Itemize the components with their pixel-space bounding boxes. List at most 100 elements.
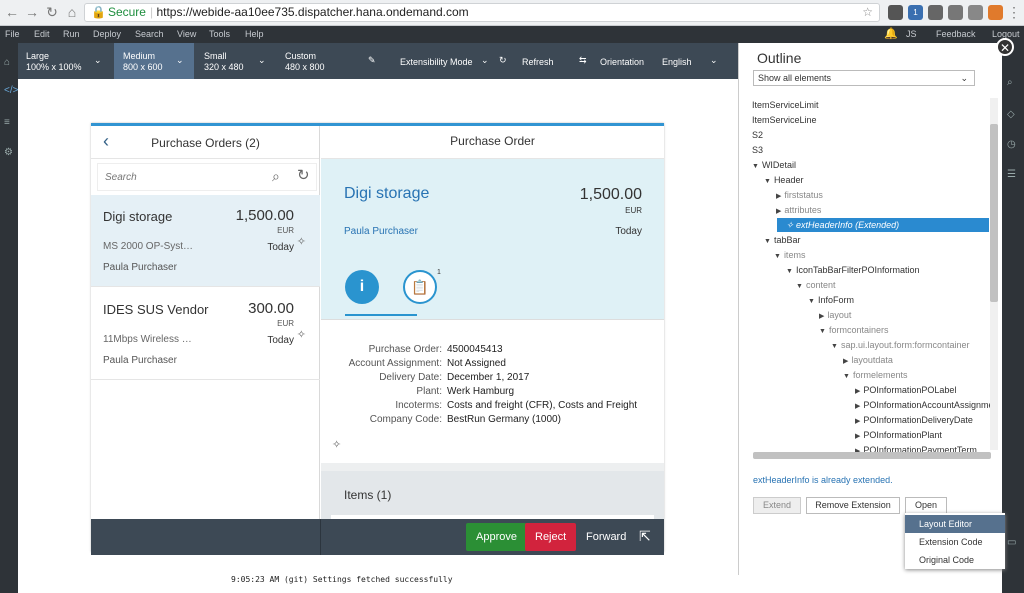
search-icon[interactable]: ⌕ xyxy=(1007,77,1013,88)
git-icon[interactable]: ◇ xyxy=(1007,109,1015,120)
tree-node-selected[interactable]: ✧ extHeaderInfo (Extended) xyxy=(777,218,989,232)
expand-arrow-icon[interactable]: ▼ xyxy=(786,268,793,275)
share-icon[interactable]: ⇱ xyxy=(639,528,651,545)
refresh-icon[interactable]: ↻ xyxy=(297,166,310,184)
expand-arrow-icon[interactable]: ▼ xyxy=(796,283,803,290)
tree-node[interactable]: S3 xyxy=(752,143,763,157)
tree-node[interactable]: ▼ items xyxy=(774,248,805,262)
list-item[interactable]: IDES SUS Vendor 300.00 EUR 11Mbps Wirele… xyxy=(91,288,320,380)
tree-node[interactable]: ▼ formcontainers xyxy=(819,323,888,337)
collapse-arrow-icon[interactable]: ▶ xyxy=(776,193,781,200)
tree-scrollbar[interactable] xyxy=(990,98,998,450)
chevron-down-icon[interactable]: ⌄ xyxy=(481,55,489,66)
bell-icon[interactable]: 🔔 xyxy=(884,27,898,40)
menu-item-original-code[interactable]: Original Code xyxy=(905,551,1005,569)
menu-view[interactable]: View xyxy=(177,29,196,39)
extension-icon[interactable] xyxy=(928,5,943,20)
tree-node[interactable]: ▶ firststatus xyxy=(776,188,823,202)
tab-info[interactable]: i xyxy=(345,270,379,304)
collapse-arrow-icon[interactable]: ▶ xyxy=(855,433,860,440)
tree-node[interactable]: ▼ tabBar xyxy=(764,233,800,247)
scrollbar-thumb[interactable] xyxy=(990,124,998,302)
tree-node[interactable]: ▶ attributes xyxy=(776,203,821,217)
menu-tools[interactable]: Tools xyxy=(209,29,230,39)
layers-icon[interactable]: ≡ xyxy=(4,117,10,128)
expand-arrow-icon[interactable]: ▼ xyxy=(764,178,771,185)
menu-search[interactable]: Search xyxy=(135,29,164,39)
menu-edit[interactable]: Edit xyxy=(34,29,50,39)
collapse-arrow-icon[interactable]: ▶ xyxy=(855,418,860,425)
tree-node[interactable]: ▶ POInformationPlant xyxy=(855,428,942,442)
menu-kebab-icon[interactable]: ⋮ xyxy=(1006,4,1022,21)
size-medium-button[interactable]: Medium 800 x 600 ⌄ xyxy=(114,43,194,79)
history-icon[interactable]: ◷ xyxy=(1007,139,1016,150)
orientation-icon[interactable]: ⇆ xyxy=(579,55,587,66)
home-icon[interactable]: ⌂ xyxy=(64,4,80,20)
panel-icon[interactable]: ▭ xyxy=(1007,537,1016,548)
tree-node[interactable]: ▼ content xyxy=(796,278,835,292)
search-icon[interactable]: ⌕ xyxy=(272,168,280,185)
tree-node[interactable]: ▼ sap.ui.layout.form:formcontainer xyxy=(831,338,970,352)
extension-icon[interactable] xyxy=(888,5,903,20)
feedback-link[interactable]: Feedback xyxy=(936,29,976,39)
expand-arrow-icon[interactable]: ▼ xyxy=(808,298,815,305)
home-icon[interactable]: ⌂ xyxy=(4,57,10,68)
collapse-arrow-icon[interactable]: ▶ xyxy=(843,358,848,365)
gear-icon[interactable]: ⚙ xyxy=(4,147,13,158)
size-large-button[interactable]: Large 100% x 100% ⌄ xyxy=(18,43,114,79)
expand-arrow-icon[interactable]: ▼ xyxy=(843,373,850,380)
menu-item-extension-code[interactable]: Extension Code xyxy=(905,533,1005,551)
tab-notes[interactable]: 📋 xyxy=(403,270,437,304)
collapse-arrow-icon[interactable]: ▶ xyxy=(819,313,824,320)
approve-button[interactable]: Approve xyxy=(466,523,527,551)
menu-run[interactable]: Run xyxy=(63,29,80,39)
close-icon[interactable]: ✕ xyxy=(996,38,1014,56)
collapse-arrow-icon[interactable]: ▶ xyxy=(855,388,860,395)
refresh-button[interactable]: Refresh xyxy=(522,57,554,67)
tree-node[interactable]: ▼ Header xyxy=(764,173,803,187)
orientation-button[interactable]: Orientation xyxy=(600,57,644,67)
chevron-down-icon[interactable]: ⌄ xyxy=(710,55,718,66)
tree-node[interactable]: ▶ POInformationAccountAssignme xyxy=(855,398,991,412)
remove-extension-button[interactable]: Remove Extension xyxy=(806,497,900,514)
list-icon[interactable]: ☰ xyxy=(1007,169,1016,180)
expand-arrow-icon[interactable]: ▼ xyxy=(831,343,838,350)
back-arrow-icon[interactable]: ← xyxy=(4,4,20,20)
menu-help[interactable]: Help xyxy=(245,29,264,39)
tree-node[interactable]: S2 xyxy=(752,128,763,142)
element-filter-select[interactable]: Show all elements ⌄ xyxy=(753,70,975,86)
search-field[interactable]: Search ⌕ ↻ xyxy=(97,163,317,191)
user-initials[interactable]: JS xyxy=(906,29,917,39)
tree-node[interactable]: ▼ formelements xyxy=(843,368,907,382)
refresh-icon[interactable]: ↻ xyxy=(499,55,507,66)
expand-arrow-icon[interactable]: ▼ xyxy=(752,163,759,170)
forward-arrow-icon[interactable]: → xyxy=(24,4,40,20)
address-bar[interactable]: 🔒 Secure | https://webide-aa10ee735.dispat… xyxy=(84,3,880,22)
extension-icon[interactable] xyxy=(948,5,963,20)
reject-button[interactable]: Reject xyxy=(525,523,577,551)
open-button[interactable]: Open xyxy=(905,497,947,514)
size-small-button[interactable]: Small 320 x 480 ⌄ xyxy=(194,43,274,79)
extension-icon[interactable] xyxy=(988,5,1003,20)
extension-badge-icon[interactable]: 1 xyxy=(908,5,923,20)
tree-node[interactable]: ▶ POInformationDeliveryDate xyxy=(855,413,973,427)
list-item[interactable]: Digi storage 1,500.00 EUR MS 2000 OP-Sys… xyxy=(91,195,320,287)
tree-node[interactable]: ItemServiceLine xyxy=(752,113,817,127)
menu-item-layout-editor[interactable]: Layout Editor xyxy=(905,515,1005,533)
reload-icon[interactable]: ↻ xyxy=(44,4,60,21)
language-select[interactable]: English xyxy=(662,57,692,67)
extensibility-mode-button[interactable]: Extensibility Mode xyxy=(400,57,473,67)
object-person-link[interactable]: Paula Purchaser xyxy=(344,226,418,237)
tree-node[interactable]: ▼ IconTabBarFilterPOInformation xyxy=(786,263,920,277)
collapse-arrow-icon[interactable]: ▶ xyxy=(855,403,860,410)
bookmark-star-icon[interactable]: ☆ xyxy=(862,4,873,21)
expand-arrow-icon[interactable]: ▼ xyxy=(819,328,826,335)
tree-node[interactable]: ▼ InfoForm xyxy=(808,293,854,307)
tree-node[interactable]: ▼ WIDetail xyxy=(752,158,796,172)
tree-node[interactable]: ▶ POInformationPOLabel xyxy=(855,383,956,397)
menu-file[interactable]: File xyxy=(5,29,20,39)
size-custom-button[interactable]: Custom 480 x 800 xyxy=(276,43,356,79)
collapse-arrow-icon[interactable]: ▶ xyxy=(776,208,781,215)
tree-node[interactable]: ItemServiceLimit xyxy=(752,98,819,112)
extension-icon[interactable] xyxy=(968,5,983,20)
